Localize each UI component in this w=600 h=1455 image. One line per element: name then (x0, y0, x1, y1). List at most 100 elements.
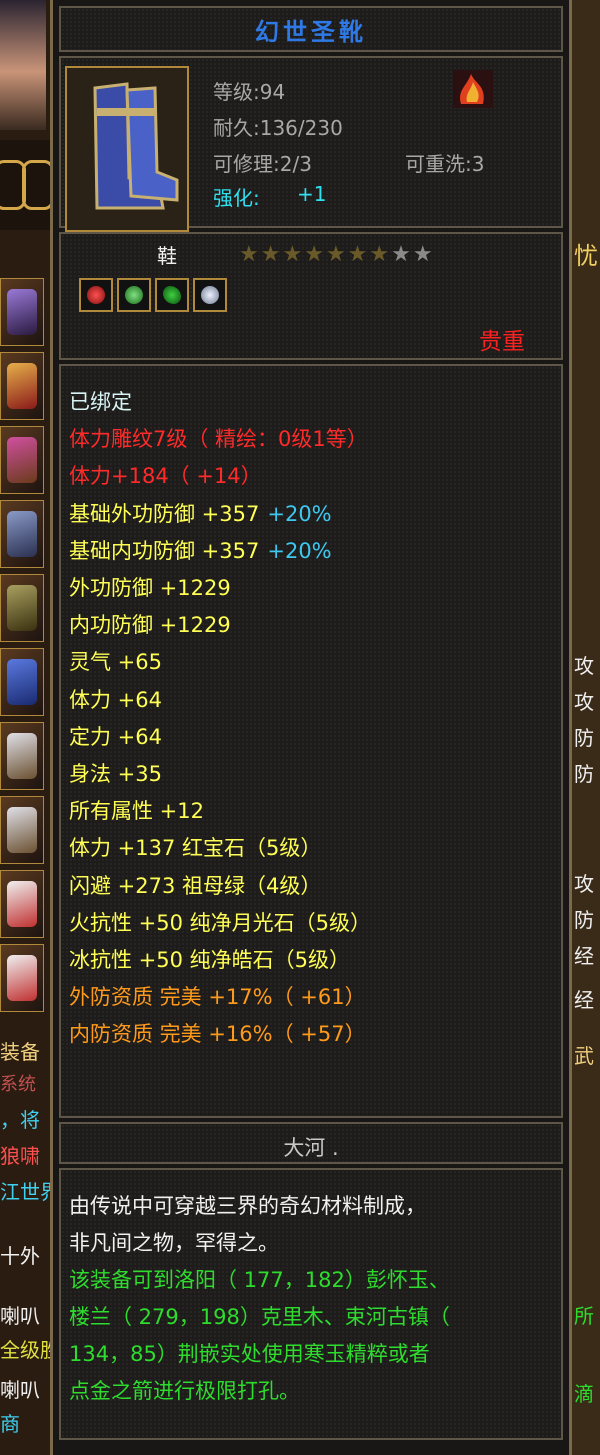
emerald-icon (125, 286, 143, 304)
armor-icon (7, 511, 37, 557)
attribute-line: 灵气 +65 (69, 646, 162, 676)
equip-slot-accessory[interactable] (0, 278, 44, 346)
gem-socket (79, 278, 113, 312)
bg-text: 武 (574, 1044, 594, 1068)
character-portrait (0, 0, 46, 130)
scroll-icon (7, 363, 37, 409)
star-rating: ★ ★ ★ ★ ★ ★ ★ ★ ★ (239, 244, 433, 266)
attribute-line: 已绑定 (69, 386, 132, 416)
item-durability: 耐久:136/230 (213, 116, 343, 140)
quality-label: 贵重 (479, 329, 525, 355)
bg-text: 防 (574, 726, 594, 750)
bg-text: 攻 (574, 690, 594, 714)
bg-text: 攻 (574, 872, 594, 896)
attribute-text: 冰抗性 +50 纯净皓石（5级） (69, 948, 351, 972)
equip-slot-bracer[interactable] (0, 426, 44, 494)
item-rewash: 可重洗:3 (405, 152, 485, 176)
attribute-line: 体力 +64 (69, 684, 162, 714)
description-line: 由传说中可穿越三界的奇幻材料制成， (69, 1194, 426, 1218)
attribute-text: 身法 +35 (69, 762, 162, 786)
gem-socket (117, 278, 151, 312)
jade-icon (163, 286, 181, 304)
flame-icon (453, 70, 493, 108)
attribute-line: 基础外功防御 +357 +20% (69, 498, 332, 528)
attribute-text: 体力 +64 (69, 687, 162, 712)
equip-slot-amulet[interactable] (0, 870, 44, 938)
attribute-text: 基础外功防御 +357 (69, 501, 260, 526)
bg-text: 经 (574, 944, 594, 968)
star-filled-icon: ★ (282, 242, 303, 267)
attribute-text: 基础内功防御 +357 (69, 538, 260, 563)
star-filled-icon: ★ (304, 242, 324, 267)
description-line: 134，85）荆嵌实处使用寒玉精粹或者 (69, 1342, 430, 1366)
bangle-icon (7, 733, 37, 779)
attribute-text: 体力+184（ +14） (69, 464, 262, 489)
attribute-text: 外防资质 完美 +17%（ +61） (69, 985, 366, 1010)
star-empty-icon: ★ (412, 242, 433, 267)
star-filled-icon: ★ (239, 242, 259, 267)
attribute-line: 闪避 +273 祖母绿（4级） (69, 870, 321, 900)
description-line: 非凡间之物，罕得之。 (69, 1231, 279, 1255)
gem-socket (193, 278, 227, 312)
belt-icon (7, 585, 37, 631)
attribute-line: 内功防御 +1229 (69, 609, 231, 639)
item-tooltip: 幻世圣靴 等级:94 耐久:136/230 可修理:2/3 可重洗:3 强化: … (50, 0, 572, 1455)
bg-text: 商 (0, 1412, 20, 1436)
item-type: 鞋 (157, 244, 177, 268)
attribute-bonus: +20% (267, 538, 332, 563)
bg-text: 装备 (0, 1040, 40, 1064)
attribute-text: 定力 +64 (69, 724, 162, 749)
boots-icon (67, 68, 187, 230)
bg-text: 滴 (574, 1382, 594, 1406)
description-line: 该装备可到洛阳（ 177，182）彭怀玉、 (69, 1268, 450, 1292)
mask-icon (7, 955, 37, 1001)
attribute-line: 外功防御 +1229 (69, 572, 231, 602)
attribute-text: 火抗性 +50 纯净月光石（5级） (69, 910, 372, 935)
star-filled-icon: ★ (325, 242, 346, 267)
star-filled-icon: ★ (369, 242, 390, 267)
description-line: 点金之箭进行极限打孔。 (69, 1379, 300, 1403)
equip-slot-belt[interactable] (0, 574, 44, 642)
attribute-text: 内功防御 +1229 (69, 613, 231, 638)
attribute-text: 已绑定 (69, 390, 132, 414)
attribute-text: 灵气 +65 (69, 650, 162, 675)
attribute-bonus: +20% (267, 501, 332, 526)
bg-text: 防 (574, 908, 594, 932)
attribute-line: 基础内功防御 +357 +20% (69, 535, 332, 565)
attribute-line: 所有属性 +12 (69, 795, 204, 825)
attribute-line: 体力 +137 红宝石（5级） (69, 832, 321, 862)
attribute-line: 外防资质 完美 +17%（ +61） (69, 981, 366, 1011)
bg-text: 攻 (574, 654, 594, 678)
item-level: 等级:94 (213, 80, 286, 104)
bg-text: 所 (574, 1304, 594, 1328)
item-enhance-label: 强化: (213, 186, 260, 210)
boots-icon (7, 659, 37, 705)
bg-text: 十外 (0, 1244, 40, 1268)
attribute-text: 闪避 +273 祖母绿（4级） (69, 873, 322, 898)
attribute-text: 体力 +137 红宝石（5级） (69, 836, 322, 861)
equip-slot-amulet2[interactable] (0, 944, 44, 1012)
attribute-text: 外功防御 +1229 (69, 576, 231, 600)
equip-slot-ring[interactable] (0, 722, 44, 790)
attribute-text: 体力雕纹7级（ 精绘：0级1等） (69, 427, 368, 452)
equip-slot-weapon[interactable] (0, 352, 44, 420)
bg-text: ，将 (0, 1108, 40, 1132)
scarf-icon (7, 289, 37, 335)
bracer-icon (7, 437, 37, 483)
ruby-icon (87, 286, 105, 304)
item-enhance-value: +1 (297, 182, 327, 206)
description-line: 楼兰（ 279，198）克里木、束河古镇（ (69, 1305, 450, 1329)
star-empty-icon: ★ (391, 242, 411, 267)
attribute-line: 定力 +64 (69, 721, 162, 751)
bg-text: 狼啸 (0, 1144, 40, 1168)
bg-text: 忧 (574, 242, 598, 270)
attribute-text: 内防资质 完美 +16%（ +57） (69, 1022, 366, 1047)
bangle-icon (7, 807, 37, 853)
equip-slot-boots[interactable] (0, 648, 44, 716)
equip-slot-armor[interactable] (0, 500, 44, 568)
bg-text: 喇叭 (0, 1378, 40, 1402)
item-repair: 可修理:2/3 (213, 152, 312, 176)
equip-slot-ring2[interactable] (0, 796, 44, 864)
bg-text: 经 (574, 988, 594, 1012)
item-name: 幻世圣靴 (255, 18, 367, 46)
